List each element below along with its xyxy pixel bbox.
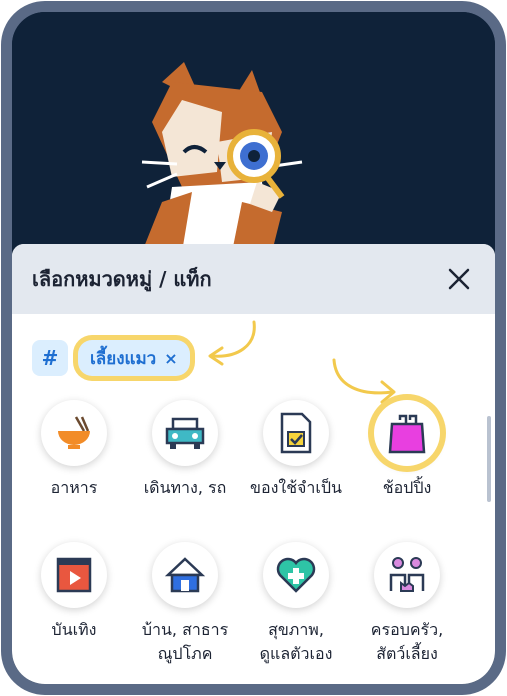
scrollbar[interactable] [487,416,491,502]
category-picker-sheet: เลือกหมวดหมู่ / แท็ก # เลี้ยงแมว × อาหาร… [12,244,495,684]
category-icon-circle [41,400,107,466]
video-play-icon [56,557,92,593]
category-label: เดินทาง, รถ [143,478,227,497]
tags-row: # เลี้ยงแมว × [32,340,190,376]
category-icon-circle [263,542,329,608]
tag-remove-icon[interactable]: × [164,349,177,368]
category-label: บันเทิง [51,620,97,639]
sheet-header: เลือกหมวดหมู่ / แท็ก [12,244,495,314]
cat-detective-illustration [141,62,303,252]
food-bowl-icon [58,416,90,449]
family-pet-icon [389,557,425,592]
category-icon-circle [152,542,218,608]
phone-frame: เลือกหมวดหมู่ / แท็ก # เลี้ยงแมว × อาหาร… [1,1,506,695]
category-icon-circle [374,542,440,608]
category-icon-circle [263,400,329,466]
category-item-essentials[interactable]: ของใช้จำเป็น [240,400,352,500]
category-item-health[interactable]: สุขภาพ, ดูแลตัวเอง [240,542,352,666]
document-check-icon [280,412,312,454]
hero-banner [12,12,495,262]
category-label: ของใช้จำเป็น [250,478,342,497]
category-label: ครอบครัว, สัตว์เลี้ยง [370,620,444,663]
category-label: สุขภาพ, ดูแลตัวเอง [259,620,333,663]
category-item-food[interactable]: อาหาร [18,400,130,500]
category-item-transport[interactable]: เดินทาง, รถ [129,400,241,500]
car-icon [165,417,205,449]
category-item-home-utilities[interactable]: บ้าน, สาธาร ณูปโภค [129,542,241,666]
close-icon[interactable] [445,265,473,293]
house-icon [164,557,206,593]
category-icon-circle [41,542,107,608]
hint-arrow-icon [208,320,256,366]
category-icon-circle [152,400,218,466]
category-label: อาหาร [50,478,98,497]
category-item-entertainment[interactable]: บันเทิง [18,542,130,642]
shopping-bag-icon [388,414,426,454]
category-item-shopping[interactable]: ช้อปปิ้ง [351,400,463,500]
category-item-family-pets[interactable]: ครอบครัว, สัตว์เลี้ยง [351,542,463,666]
selected-tag-chip[interactable]: เลี้ยงแมว × [78,340,190,376]
category-label: ช้อปปิ้ง [382,478,432,497]
hashtag-button[interactable]: # [32,340,68,376]
category-label: บ้าน, สาธาร ณูปโภค [141,620,229,663]
sheet-title: เลือกหมวดหมู่ / แท็ก [32,267,212,291]
heart-health-icon [276,557,316,593]
selected-tag-label: เลี้ยงแมว [90,348,157,369]
category-icon-circle [374,400,440,466]
